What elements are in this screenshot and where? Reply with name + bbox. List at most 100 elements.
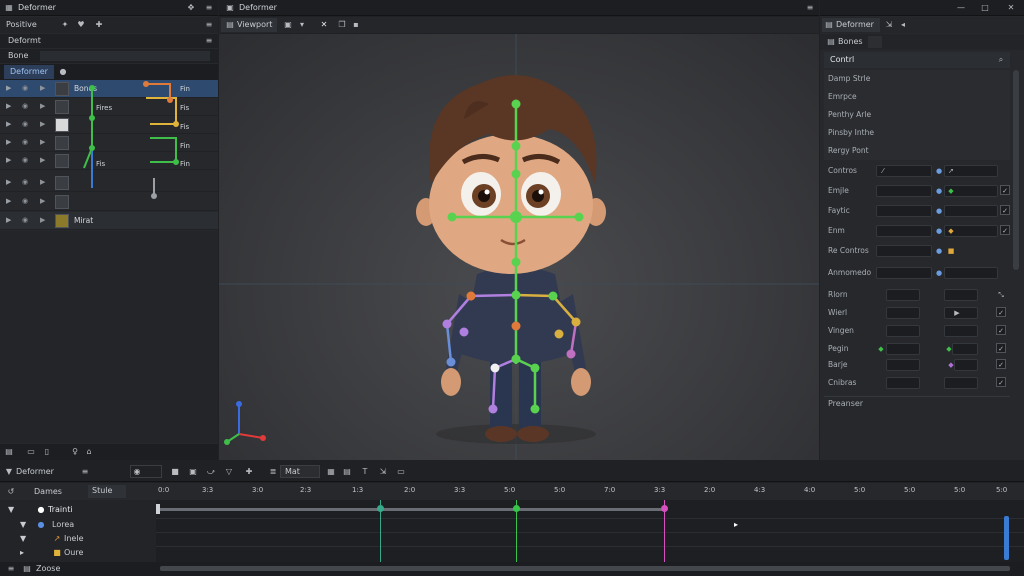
- value-field[interactable]: [886, 343, 920, 355]
- character-rig[interactable]: [219, 34, 819, 460]
- checkbox-icon[interactable]: ✓: [996, 377, 1006, 387]
- tab-deformer[interactable]: Deformer: [4, 65, 54, 79]
- checkbox-icon[interactable]: ✓: [1000, 225, 1010, 235]
- visibility-icon[interactable]: ◉: [22, 216, 28, 224]
- menu-icon[interactable]: ≡: [204, 3, 214, 13]
- timeline-scrollbar-v[interactable]: [1004, 516, 1009, 560]
- value-field[interactable]: [944, 377, 978, 389]
- expand-icon[interactable]: ▶: [6, 102, 11, 110]
- property-row[interactable]: Damp Strle: [824, 70, 1010, 88]
- move-icon[interactable]: ✥: [186, 3, 196, 13]
- property-row[interactable]: Penthy Arle: [824, 106, 1010, 124]
- expand-icon[interactable]: ▶: [6, 138, 11, 146]
- value-field[interactable]: [954, 359, 978, 371]
- visibility-icon[interactable]: ◉: [22, 84, 28, 92]
- value-field[interactable]: [886, 325, 920, 337]
- pin-icon[interactable]: ◂: [898, 20, 908, 30]
- keyframe-icon[interactable]: ■: [946, 246, 956, 256]
- list-icon[interactable]: ≡: [6, 564, 16, 574]
- visibility-icon[interactable]: ◉: [22, 102, 28, 110]
- visibility-icon[interactable]: ◉: [22, 120, 28, 128]
- box-icon[interactable]: ▭: [396, 467, 406, 477]
- checkbox-icon[interactable]: ✓: [996, 359, 1006, 369]
- arrow-icon[interactable]: ▶: [40, 102, 45, 110]
- duplicate-icon[interactable]: ❐: [337, 20, 347, 30]
- end-marker[interactable]: [661, 505, 668, 512]
- value-field[interactable]: [886, 359, 920, 371]
- frame-field[interactable]: [130, 465, 162, 478]
- expand-icon[interactable]: ▶: [6, 178, 11, 186]
- camera-icon[interactable]: ▣: [283, 20, 293, 30]
- subtab-bones[interactable]: Bones: [838, 37, 863, 46]
- style-field[interactable]: Stule: [88, 485, 126, 498]
- timeline-scrollbar-h[interactable]: [160, 566, 1010, 571]
- expand-icon[interactable]: ▶: [6, 84, 11, 92]
- link-icon[interactable]: ●: [934, 246, 944, 256]
- layers-icon[interactable]: ▤: [4, 447, 14, 457]
- list-item[interactable]: ▶ ◉ ▶ Mirat: [0, 212, 218, 230]
- checkbox-icon[interactable]: ✓: [996, 307, 1006, 317]
- arrow-icon[interactable]: ▶: [40, 178, 45, 186]
- checkbox-icon[interactable]: ✓: [1000, 185, 1010, 195]
- folder-icon[interactable]: ▭: [26, 447, 36, 457]
- list-icon[interactable]: ≡: [204, 20, 214, 30]
- checkbox-icon[interactable]: ✓: [996, 325, 1006, 335]
- close-window-icon[interactable]: ✕: [1006, 3, 1016, 13]
- curve-icon[interactable]: ⤻: [206, 467, 216, 477]
- pin-icon[interactable]: ✦: [60, 20, 70, 30]
- stop-icon[interactable]: ■: [170, 467, 180, 477]
- expand-icon[interactable]: ▶: [6, 120, 11, 128]
- expand-icon[interactable]: ⤡: [996, 290, 1006, 300]
- value-field[interactable]: [944, 205, 998, 217]
- play-icon[interactable]: ▶: [952, 308, 962, 318]
- property-row[interactable]: Pinsby Inthe: [824, 124, 1010, 142]
- value-field[interactable]: [886, 377, 920, 389]
- expand-icon[interactable]: ▼: [20, 520, 26, 529]
- tag-icon[interactable]: ⌂: [84, 447, 94, 457]
- timeline-tracks[interactable]: ▸: [156, 500, 1024, 562]
- value-field[interactable]: [876, 267, 932, 279]
- keyframe-icon[interactable]: ◆: [876, 344, 886, 354]
- trash-icon[interactable]: ▯: [42, 447, 52, 457]
- list-icon[interactable]: ≡: [204, 36, 214, 46]
- arrow-icon[interactable]: ▶: [40, 138, 45, 146]
- value-field[interactable]: [952, 343, 978, 355]
- eyedropper-icon[interactable]: ⁄: [878, 166, 888, 176]
- arrow-icon[interactable]: ▶: [40, 216, 45, 224]
- tab-bone[interactable]: Bone: [8, 51, 28, 60]
- value-field[interactable]: [886, 289, 920, 301]
- link-icon[interactable]: ●: [934, 206, 944, 216]
- arrow-icon[interactable]: ▶: [40, 120, 45, 128]
- visibility-icon[interactable]: ◉: [22, 178, 28, 186]
- link-icon[interactable]: ●: [934, 186, 944, 196]
- value-field[interactable]: [944, 325, 978, 337]
- add-icon[interactable]: ✚: [94, 20, 104, 30]
- expand-icon[interactable]: ▶: [6, 216, 11, 224]
- link-icon[interactable]: ●: [934, 226, 944, 236]
- list-icon[interactable]: ≡: [805, 3, 815, 13]
- view-dropdown-icon[interactable]: ▾: [297, 20, 307, 30]
- start-marker[interactable]: [156, 504, 160, 514]
- camera-icon[interactable]: ▤: [342, 467, 352, 477]
- value-field[interactable]: [876, 245, 932, 257]
- mat-field[interactable]: Mat: [280, 465, 320, 478]
- keyframe-icon[interactable]: ◆: [946, 186, 956, 196]
- track-row[interactable]: ▼ ↗ Inele: [0, 532, 156, 547]
- link-icon[interactable]: ●: [934, 268, 944, 278]
- positive-dropdown[interactable]: Positive: [6, 20, 37, 29]
- visibility-icon[interactable]: ◉: [22, 156, 28, 164]
- shading-icon[interactable]: ▪: [351, 20, 361, 30]
- value-field[interactable]: [944, 267, 998, 279]
- visibility-icon[interactable]: ◉: [22, 138, 28, 146]
- minimize-icon[interactable]: —: [956, 3, 966, 13]
- maximize-icon[interactable]: □: [980, 3, 990, 13]
- track-row[interactable]: ▼ ● Trainti: [0, 503, 156, 518]
- playhead-marker[interactable]: [513, 505, 520, 512]
- tab-deformt[interactable]: Deformt: [8, 36, 41, 45]
- search-icon[interactable]: ⌕: [996, 55, 1006, 65]
- viewport[interactable]: [219, 34, 819, 460]
- link-icon[interactable]: ●: [934, 166, 944, 176]
- keyframe-icon[interactable]: ◆: [946, 226, 956, 236]
- arrow-icon[interactable]: ▶: [40, 84, 45, 92]
- key-icon[interactable]: ♀: [70, 447, 80, 457]
